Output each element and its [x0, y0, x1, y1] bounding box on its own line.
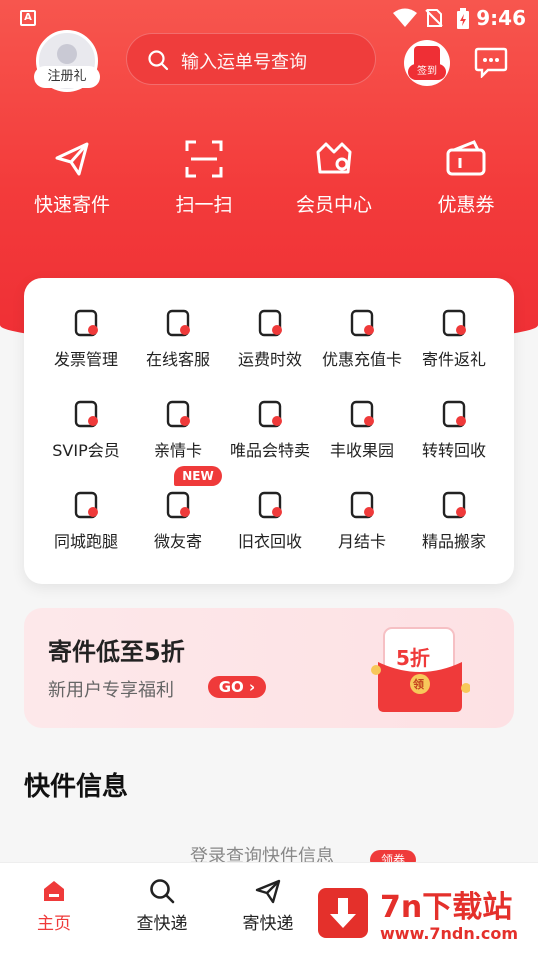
service-item[interactable]: 月结卡: [314, 488, 410, 552]
fruit-icon: [314, 397, 410, 431]
service-item[interactable]: 唯品会特卖: [222, 397, 318, 461]
quick-action-coupon[interactable]: 优惠券: [406, 138, 526, 217]
watermark: 7n下载站 www.7ndn.com: [300, 872, 538, 956]
service-item[interactable]: SVIP会员: [38, 397, 134, 461]
message-icon[interactable]: [474, 46, 508, 78]
tshirt-icon: [222, 488, 318, 522]
svip-badge-icon: [38, 397, 134, 431]
service-item[interactable]: 同城跑腿: [38, 488, 134, 552]
service-item[interactable]: 发票管理: [38, 306, 134, 370]
status-time: 9:46: [476, 6, 526, 30]
send-icon: [255, 879, 281, 904]
tab-label: 查快递: [136, 914, 188, 934]
coupon-icon: [446, 140, 486, 176]
promo-title: 寄件低至5折: [48, 638, 185, 666]
register-gift-tag[interactable]: 注册礼: [34, 66, 100, 88]
envelope-claim: 领: [413, 678, 424, 691]
tab-home[interactable]: 主页: [14, 877, 94, 934]
battery-icon: [457, 8, 469, 29]
wechat-friend-send-icon: [130, 488, 226, 522]
service-label: 唯品会特卖: [229, 441, 310, 460]
quick-action-member[interactable]: 会员中心: [274, 138, 394, 217]
no-sim-icon: [425, 9, 443, 27]
service-item[interactable]: 丰收果园: [314, 397, 410, 461]
service-label: SVIP会员: [52, 441, 120, 460]
search-placeholder: 输入运单号查询: [181, 52, 307, 73]
service-label: 微友寄: [153, 532, 202, 551]
location-pin-icon: [38, 488, 134, 522]
quick-action-label: 扫一扫: [175, 194, 233, 216]
service-label: 寄件返礼: [421, 350, 486, 369]
go-label: GO: [218, 678, 244, 696]
service-item[interactable]: 亲情卡: [130, 397, 226, 461]
status-bar: A 9:46: [0, 0, 538, 36]
service-item[interactable]: 运费时效: [222, 306, 318, 370]
service-label: 丰收果园: [329, 441, 394, 460]
search-icon: [150, 879, 175, 904]
service-item[interactable]: 转转回收: [406, 397, 502, 461]
service-item[interactable]: 寄件返礼: [406, 306, 502, 370]
new-badge: NEW: [174, 466, 222, 486]
watermark-url: www.7ndn.com: [380, 924, 518, 943]
signin-button[interactable]: 签到: [404, 40, 450, 86]
recharge-card-icon: [314, 306, 410, 340]
service-label: 亲情卡: [153, 441, 202, 460]
promo-banner[interactable]: 寄件低至5折 新用户专享福利 GO › 5折 领: [24, 608, 514, 728]
shopping-bag-icon: [222, 397, 318, 431]
wallet-gift-icon: [406, 306, 502, 340]
service-item[interactable]: 微友寄: [130, 488, 226, 552]
service-label: 在线客服: [145, 350, 210, 369]
signin-label: 签到: [408, 64, 446, 80]
home-icon: [44, 881, 64, 901]
tab-label: 寄快递: [242, 914, 294, 934]
quick-action-label: 优惠券: [437, 194, 495, 216]
invoice-icon: [38, 306, 134, 340]
service-label: 优惠充值卡: [321, 350, 402, 369]
service-label: 月结卡: [337, 532, 386, 551]
search-icon: [148, 50, 169, 71]
section-title: 快件信息: [24, 772, 129, 802]
promo-go-button[interactable]: GO ›: [208, 676, 266, 698]
promo-subtitle: 新用户专享福利: [48, 680, 174, 701]
tab-label: 主页: [37, 914, 71, 934]
headset-icon: [130, 306, 226, 340]
calendar-icon: [314, 488, 410, 522]
app-notification-icon: A: [20, 10, 36, 26]
tab-send[interactable]: 寄快递: [228, 877, 308, 934]
service-item[interactable]: 在线客服: [130, 306, 226, 370]
service-item[interactable]: 精品搬家: [406, 488, 502, 552]
envelope-discount: 5折: [396, 646, 430, 670]
member-crown-icon: [316, 142, 352, 174]
quick-action-send[interactable]: 快速寄件: [12, 138, 132, 217]
service-item[interactable]: 旧衣回收: [222, 488, 318, 552]
send-plane-icon: [55, 142, 89, 176]
stopwatch-icon: [222, 306, 318, 340]
service-label: 转转回收: [421, 441, 486, 460]
quick-action-label: 会员中心: [295, 194, 372, 216]
service-label: 同城跑腿: [53, 532, 118, 551]
heart-card-icon: [130, 397, 226, 431]
service-item[interactable]: 优惠充值卡: [314, 306, 410, 370]
download-arrow-icon: [318, 888, 368, 938]
watermark-brand: 7n下载站: [380, 890, 513, 925]
scan-icon: [185, 140, 223, 178]
wifi-icon: [393, 8, 417, 27]
service-label: 运费时效: [237, 350, 302, 369]
service-label: 发票管理: [53, 350, 118, 369]
moving-truck-icon: [406, 488, 502, 522]
service-label: 旧衣回收: [237, 532, 302, 551]
quick-action-label: 快速寄件: [33, 194, 110, 216]
search-input[interactable]: 输入运单号查询: [126, 33, 376, 85]
quick-action-scan[interactable]: 扫一扫: [144, 138, 264, 217]
service-label: 精品搬家: [421, 532, 486, 551]
bear-recycle-icon: [406, 397, 502, 431]
tab-track[interactable]: 查快递: [122, 877, 202, 934]
